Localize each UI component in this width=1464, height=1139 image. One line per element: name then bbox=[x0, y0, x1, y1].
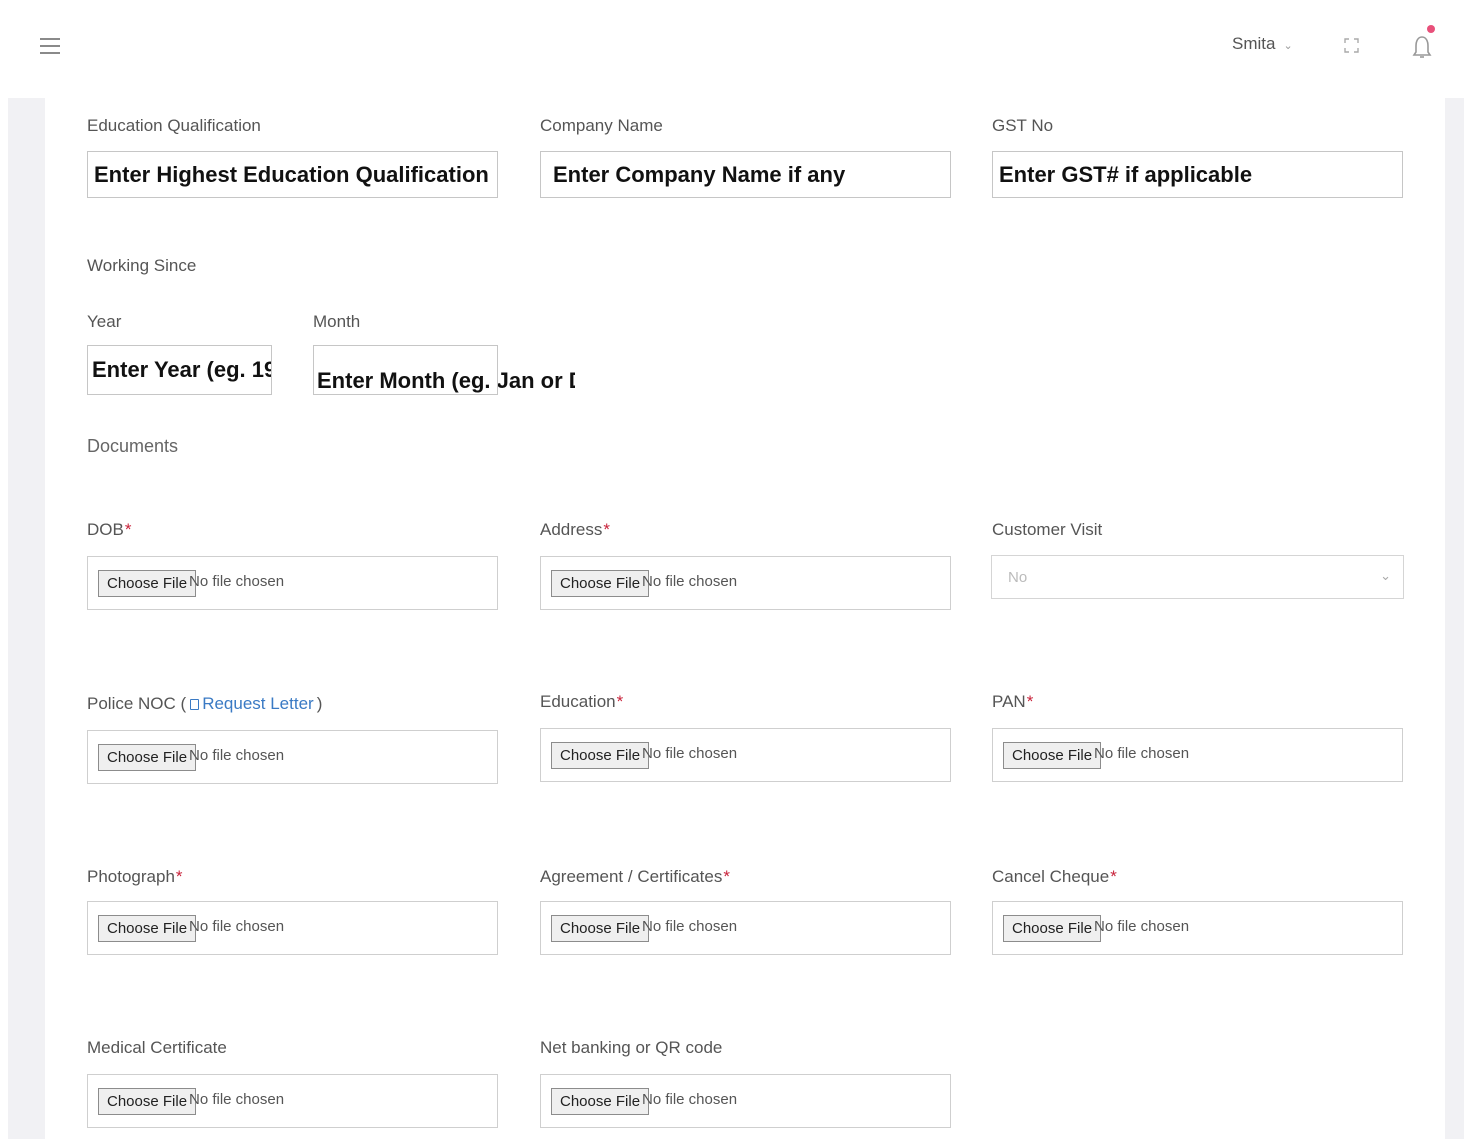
customer-visit-selected-value: No bbox=[1008, 569, 1028, 586]
fullscreen-icon[interactable] bbox=[1344, 38, 1359, 53]
user-name: Smita bbox=[1232, 34, 1276, 53]
notification-bell-icon[interactable] bbox=[1412, 34, 1432, 60]
dob-file-input: Choose File No file chosen bbox=[87, 556, 498, 610]
chevron-down-icon: ⌄ bbox=[1380, 568, 1391, 583]
notification-badge bbox=[1427, 25, 1435, 33]
education-qualification-input[interactable] bbox=[87, 151, 498, 198]
cancel-cheque-label: Cancel Cheque* bbox=[992, 867, 1117, 886]
customer-visit-label: Customer Visit bbox=[992, 520, 1103, 539]
photograph-file-status: No file chosen bbox=[189, 918, 285, 935]
cancel-cheque-file-status: No file chosen bbox=[1094, 918, 1190, 935]
police-noc-file-input: Choose File No file chosen bbox=[87, 730, 498, 784]
top-bar: Smita ⌄ bbox=[0, 0, 1464, 98]
police-noc-file-status: No file chosen bbox=[189, 747, 285, 764]
pan-choose-file-button[interactable]: Choose File bbox=[1003, 742, 1102, 769]
education-qualification-label: Education Qualification bbox=[87, 116, 261, 135]
address-file-status: No file chosen bbox=[642, 573, 738, 590]
photograph-label: Photograph* bbox=[87, 867, 183, 886]
medical-certificate-file-input: Choose File No file chosen bbox=[87, 1074, 498, 1128]
dob-choose-file-button[interactable]: Choose File bbox=[98, 570, 197, 597]
required-marker: * bbox=[1110, 867, 1117, 886]
customer-visit-select[interactable]: No ⌄ bbox=[991, 555, 1404, 599]
agreement-choose-file-button[interactable]: Choose File bbox=[551, 915, 650, 942]
police-noc-label: Police NOC (Request Letter) bbox=[87, 694, 323, 713]
education-choose-file-button[interactable]: Choose File bbox=[551, 742, 650, 769]
agreement-file-input: Choose File No file chosen bbox=[540, 901, 951, 955]
net-banking-choose-file-button[interactable]: Choose File bbox=[551, 1088, 650, 1115]
dob-label: DOB* bbox=[87, 520, 132, 539]
pan-file-status: No file chosen bbox=[1094, 745, 1190, 762]
required-marker: * bbox=[616, 692, 624, 711]
required-marker: * bbox=[124, 520, 132, 539]
company-name-input[interactable] bbox=[540, 151, 951, 198]
pan-label: PAN* bbox=[992, 692, 1034, 711]
medical-choose-file-button[interactable]: Choose File bbox=[98, 1088, 197, 1115]
photograph-choose-file-button[interactable]: Choose File bbox=[98, 915, 197, 942]
required-marker: * bbox=[1026, 692, 1034, 711]
left-side-strip bbox=[8, 98, 45, 1139]
right-side-strip bbox=[1445, 98, 1464, 1139]
education-file-status: No file chosen bbox=[642, 745, 738, 762]
documents-title: Documents bbox=[87, 436, 179, 456]
police-noc-choose-file-button[interactable]: Choose File bbox=[98, 744, 197, 771]
chevron-down-icon: ⌄ bbox=[1283, 40, 1293, 52]
year-label: Year bbox=[87, 312, 122, 331]
hamburger-menu-icon[interactable] bbox=[40, 38, 60, 56]
required-marker: * bbox=[175, 867, 183, 886]
photograph-file-input: Choose File No file chosen bbox=[87, 901, 498, 955]
net-banking-label: Net banking or QR code bbox=[540, 1038, 723, 1057]
education-doc-label: Education* bbox=[540, 692, 624, 711]
net-banking-file-status: No file chosen bbox=[642, 1091, 738, 1108]
request-letter-link[interactable]: Request Letter bbox=[202, 694, 314, 713]
agreement-label: Agreement / Certificates* bbox=[540, 867, 730, 886]
agreement-file-status: No file chosen bbox=[642, 918, 738, 935]
education-file-input: Choose File No file chosen bbox=[540, 728, 951, 782]
net-banking-file-input: Choose File No file chosen bbox=[540, 1074, 951, 1128]
year-input[interactable] bbox=[87, 345, 272, 395]
gst-no-input[interactable] bbox=[992, 151, 1403, 198]
address-choose-file-button[interactable]: Choose File bbox=[551, 570, 650, 597]
cancel-cheque-choose-file-button[interactable]: Choose File bbox=[1003, 915, 1102, 942]
medical-file-status: No file chosen bbox=[189, 1091, 285, 1108]
month-label: Month bbox=[313, 312, 361, 331]
address-file-input: Choose File No file chosen bbox=[540, 556, 951, 610]
gst-no-label: GST No bbox=[992, 116, 1054, 135]
month-input[interactable] bbox=[313, 345, 575, 395]
user-menu[interactable]: Smita ⌄ bbox=[1232, 34, 1293, 54]
address-label: Address* bbox=[540, 520, 610, 539]
company-name-label: Company Name bbox=[540, 116, 663, 135]
document-icon bbox=[190, 699, 200, 710]
required-marker: * bbox=[603, 520, 610, 539]
medical-certificate-label: Medical Certificate bbox=[87, 1038, 227, 1057]
required-marker: * bbox=[723, 867, 730, 886]
cancel-cheque-file-input: Choose File No file chosen bbox=[992, 901, 1403, 955]
dob-file-status: No file chosen bbox=[189, 573, 285, 590]
pan-file-input: Choose File No file chosen bbox=[992, 728, 1403, 782]
working-since-title: Working Since bbox=[87, 256, 197, 275]
